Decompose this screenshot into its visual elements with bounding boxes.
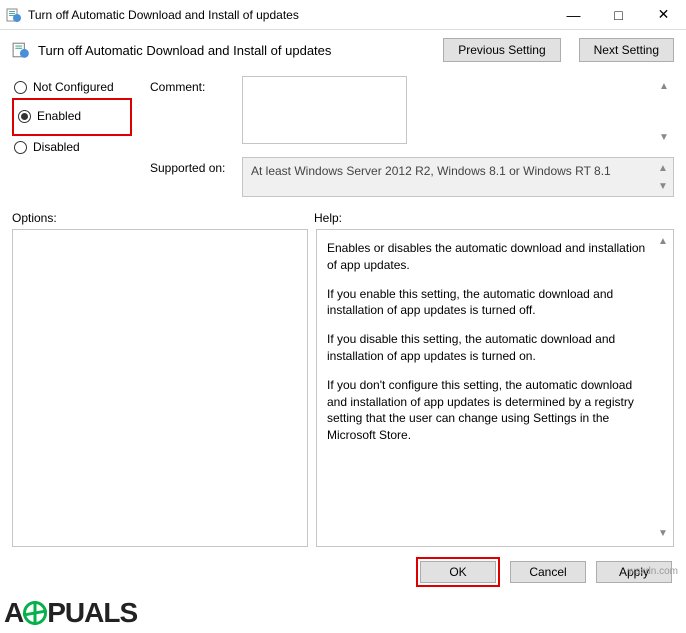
radio-enabled[interactable]: Enabled bbox=[16, 104, 128, 128]
supported-on-label: Supported on: bbox=[150, 157, 232, 197]
ok-highlight: OK bbox=[416, 557, 500, 587]
dialog-footer: OK Cancel Apply bbox=[0, 547, 686, 597]
pane-labels: Options: Help: bbox=[0, 197, 686, 229]
scroll-up-icon[interactable]: ▲ bbox=[656, 78, 672, 94]
help-pane: Enables or disables the automatic downlo… bbox=[316, 229, 674, 547]
radio-disabled[interactable]: Disabled bbox=[12, 138, 132, 156]
scroll-down-icon[interactable]: ▼ bbox=[656, 129, 672, 145]
credit-text: wsxdn.com bbox=[628, 566, 678, 577]
radio-label: Enabled bbox=[37, 109, 81, 123]
panes: Enables or disables the automatic downlo… bbox=[0, 229, 686, 547]
minimize-button[interactable]: ― bbox=[551, 0, 596, 29]
config-area: Not Configured Enabled Disabled Comment:… bbox=[0, 70, 686, 197]
globe-icon bbox=[23, 601, 47, 625]
ok-button[interactable]: OK bbox=[420, 561, 496, 583]
watermark-logo: APUALS bbox=[0, 597, 137, 629]
next-setting-button[interactable]: Next Setting bbox=[579, 38, 674, 62]
options-pane bbox=[12, 229, 308, 547]
cancel-button[interactable]: Cancel bbox=[510, 561, 586, 583]
options-label: Options: bbox=[12, 211, 314, 225]
help-text: If you don't configure this setting, the… bbox=[327, 377, 649, 444]
policy-icon bbox=[6, 7, 22, 23]
title-bar: Turn off Automatic Download and Install … bbox=[0, 0, 686, 30]
radio-label: Disabled bbox=[33, 140, 80, 154]
radio-icon bbox=[14, 81, 27, 94]
supported-on-value: At least Windows Server 2012 R2, Windows… bbox=[242, 157, 674, 197]
radio-icon bbox=[14, 141, 27, 154]
supported-text: At least Windows Server 2012 R2, Windows… bbox=[251, 164, 611, 178]
scroll-up-icon: ▲ bbox=[655, 160, 671, 176]
scroll-up-icon[interactable]: ▲ bbox=[655, 234, 671, 250]
header-row: Turn off Automatic Download and Install … bbox=[0, 30, 686, 70]
window-title: Turn off Automatic Download and Install … bbox=[28, 8, 551, 22]
help-label: Help: bbox=[314, 211, 342, 225]
scroll-down-icon: ▼ bbox=[655, 178, 671, 194]
radio-not-configured[interactable]: Not Configured bbox=[12, 78, 132, 96]
help-text: Enables or disables the automatic downlo… bbox=[327, 240, 649, 274]
close-button[interactable]: ✕ bbox=[641, 0, 686, 29]
radio-icon bbox=[18, 110, 31, 123]
previous-setting-button[interactable]: Previous Setting bbox=[443, 38, 560, 62]
policy-header-icon bbox=[12, 41, 30, 59]
maximize-button[interactable]: □ bbox=[596, 0, 641, 29]
radio-label: Not Configured bbox=[33, 80, 114, 94]
comment-label: Comment: bbox=[150, 76, 232, 147]
help-text: If you disable this setting, the automat… bbox=[327, 331, 649, 365]
comment-textarea[interactable] bbox=[242, 76, 407, 144]
policy-title: Turn off Automatic Download and Install … bbox=[38, 43, 331, 58]
help-text: If you enable this setting, the automati… bbox=[327, 286, 649, 320]
state-radio-group: Not Configured Enabled Disabled bbox=[12, 76, 132, 197]
scroll-down-icon[interactable]: ▼ bbox=[655, 526, 671, 542]
